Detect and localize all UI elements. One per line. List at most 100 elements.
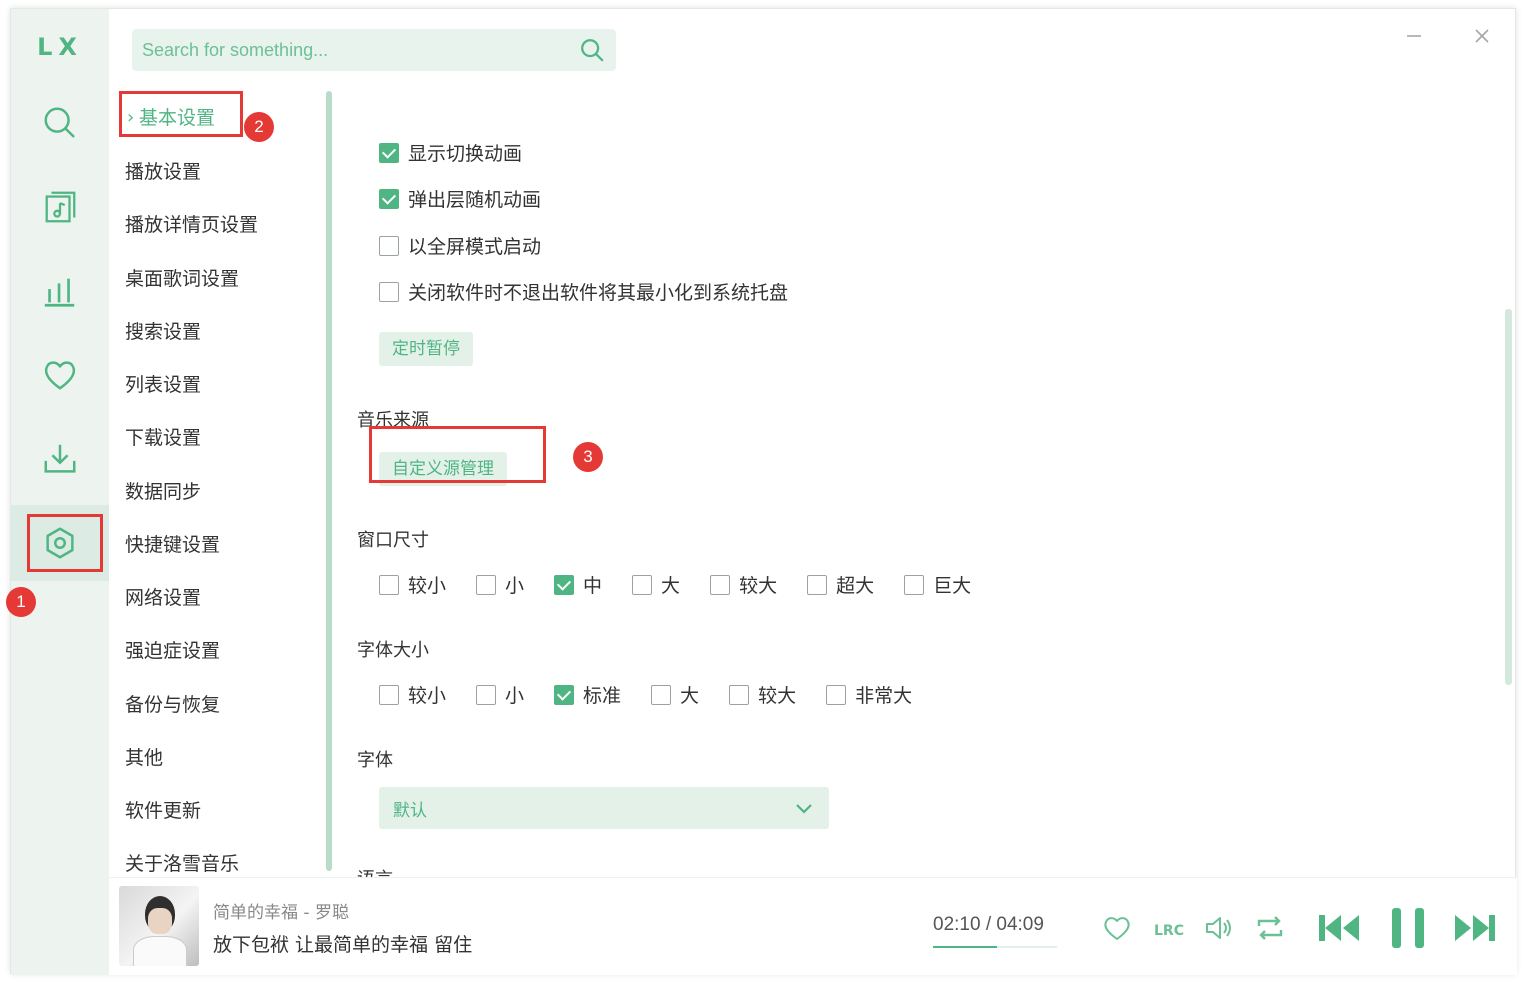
window-size-option[interactable]: 超大 <box>807 571 874 598</box>
font-size-option[interactable]: 小 <box>476 681 524 708</box>
checkbox[interactable] <box>826 684 847 705</box>
progress-fill <box>933 946 998 948</box>
checkbox[interactable] <box>379 684 399 705</box>
settings-nav-other[interactable]: 其他 <box>125 741 163 775</box>
skip-back-icon <box>1319 915 1359 941</box>
window-size-option[interactable]: 较大 <box>710 571 777 598</box>
toggle-minimize-to-tray[interactable]: 关闭软件时不退出软件将其最小化到系统托盘 <box>379 278 788 305</box>
checkbox[interactable] <box>651 684 672 705</box>
checkbox[interactable] <box>729 684 750 705</box>
previous-track-button[interactable] <box>1317 910 1363 946</box>
settings-nav-list[interactable]: 列表设置 <box>125 368 201 402</box>
font-select[interactable]: 默认 <box>379 787 829 829</box>
app-window: LX 基本设置 播放设置 播放详情页设置 桌面歌词 <box>6 8 1517 975</box>
checkbox[interactable] <box>807 574 828 595</box>
pause-button[interactable] <box>1385 906 1431 950</box>
font-size-option[interactable]: 大 <box>651 681 699 708</box>
album-cover[interactable] <box>119 886 199 966</box>
content-scrollbar[interactable] <box>1505 309 1512 685</box>
settings-nav-search[interactable]: 搜索设置 <box>125 315 201 349</box>
nav-favorites-button[interactable] <box>11 337 109 413</box>
font-size-option[interactable]: 标准 <box>554 681 621 708</box>
minimize-icon <box>1407 35 1421 37</box>
settings-nav-play-detail[interactable]: 播放详情页设置 <box>125 208 258 242</box>
settings-nav-about[interactable]: 关于洛雪音乐 <box>125 847 239 881</box>
annotation-badge-2: 2 <box>244 112 274 142</box>
repeat-icon <box>1257 916 1283 940</box>
checkbox[interactable] <box>554 574 575 595</box>
font-title: 字体 <box>357 750 393 771</box>
pause-icon <box>1392 908 1424 948</box>
option-label: 非常大 <box>855 685 913 707</box>
settings-nav-download[interactable]: 下载设置 <box>125 421 201 455</box>
checkbox[interactable] <box>379 235 399 256</box>
window-size-option[interactable]: 大 <box>632 571 680 598</box>
nav-song-list-button[interactable] <box>11 169 109 245</box>
settings-nav-playback[interactable]: 播放设置 <box>125 155 201 189</box>
close-button[interactable] <box>1467 21 1497 51</box>
window-size-option[interactable]: 小 <box>476 571 524 598</box>
settings-nav-sync[interactable]: 数据同步 <box>125 475 201 509</box>
checkbox[interactable] <box>476 574 497 595</box>
option-label: 较大 <box>739 575 778 597</box>
option-label: 中 <box>583 575 603 597</box>
window-size-option[interactable]: 巨大 <box>904 571 971 598</box>
option-label: 小 <box>505 575 525 597</box>
font-size-option[interactable]: 较大 <box>729 681 796 708</box>
close-icon <box>1475 29 1489 43</box>
checkbox[interactable] <box>476 684 497 705</box>
cover-figure-face <box>148 908 172 934</box>
volume-button[interactable] <box>1201 910 1237 946</box>
checkbox[interactable] <box>554 684 575 705</box>
toggle-label: 弹出层随机动画 <box>408 189 542 211</box>
nav-leaderboard-button[interactable] <box>11 253 109 329</box>
settings-nav-backup[interactable]: 备份与恢复 <box>125 688 220 722</box>
nav-search-button[interactable] <box>11 85 109 161</box>
toggle-switch-animation[interactable]: 显示切换动画 <box>379 139 522 166</box>
settings-nav-hotkey[interactable]: 快捷键设置 <box>125 528 220 562</box>
search-input[interactable] <box>142 39 578 61</box>
font-size-title: 字体大小 <box>357 640 429 661</box>
favorite-button[interactable] <box>1099 910 1135 946</box>
search-bar <box>132 29 616 71</box>
toggle-popup-animation[interactable]: 弹出层随机动画 <box>379 185 541 212</box>
toggle-fullscreen-start[interactable]: 以全屏模式启动 <box>379 232 541 259</box>
song-title[interactable]: 简单的幸福 - 罗聪 <box>213 898 349 923</box>
option-label: 超大 <box>836 575 875 597</box>
settings-nav-odc[interactable]: 强迫症设置 <box>125 634 220 668</box>
next-track-button[interactable] <box>1451 910 1497 946</box>
font-size-option[interactable]: 较小 <box>379 681 446 708</box>
settings-nav-update[interactable]: 软件更新 <box>125 794 201 828</box>
checkbox[interactable] <box>632 574 653 595</box>
toggle-label: 以全屏模式启动 <box>408 236 542 258</box>
checkbox[interactable] <box>379 281 399 302</box>
timer-pause-button[interactable]: 定时暂停 <box>379 332 473 366</box>
settings-nav-network[interactable]: 网络设置 <box>125 581 201 615</box>
annotation-badge-3: 3 <box>573 442 603 472</box>
font-size-options: 较小 小 标准 大 较大 非常大 <box>379 681 942 708</box>
search-icon[interactable] <box>578 36 606 64</box>
font-size-option[interactable]: 非常大 <box>826 681 912 708</box>
minimize-button[interactable] <box>1399 21 1429 51</box>
progress-bar[interactable] <box>933 946 1057 948</box>
option-label: 较大 <box>758 685 797 707</box>
checkbox[interactable] <box>379 574 399 595</box>
checkbox[interactable] <box>904 574 925 595</box>
play-mode-button[interactable] <box>1252 910 1288 946</box>
option-label: 标准 <box>583 685 622 707</box>
window-size-option[interactable]: 中 <box>554 571 602 598</box>
checkbox[interactable] <box>379 188 399 209</box>
window-size-options: 较小 小 中 大 较大 超大 巨大 <box>379 571 1001 598</box>
window-size-option[interactable]: 较小 <box>379 571 446 598</box>
settings-nav-scrollbar[interactable] <box>326 91 332 871</box>
desktop-lyric-button[interactable]: LRC <box>1150 910 1186 946</box>
nav-download-button[interactable] <box>11 421 109 497</box>
toggle-label: 关闭软件时不退出软件将其最小化到系统托盘 <box>408 282 789 304</box>
checkbox[interactable] <box>710 574 731 595</box>
option-label: 小 <box>505 685 525 707</box>
settings-nav-desktop-lyric[interactable]: 桌面歌词设置 <box>125 262 239 296</box>
play-time: 02:10 / 04:09 <box>933 914 1044 935</box>
option-label: 大 <box>680 685 700 707</box>
app-logo: LX <box>37 33 83 61</box>
checkbox[interactable] <box>379 142 399 163</box>
